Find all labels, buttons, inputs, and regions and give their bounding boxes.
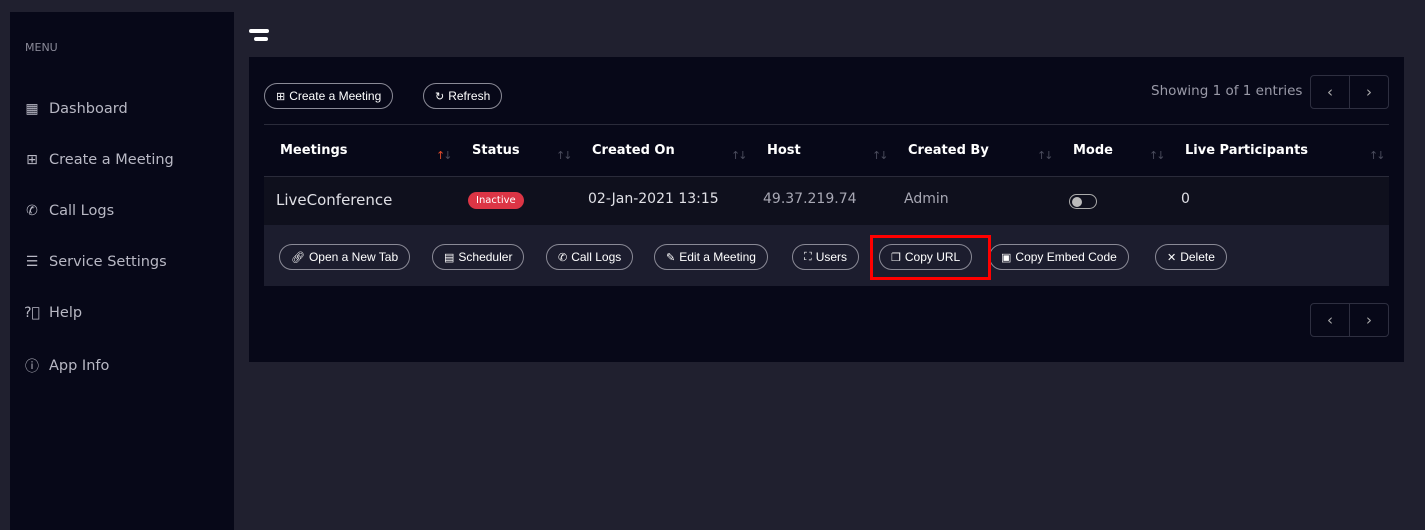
sidebar-item-label: Dashboard bbox=[49, 101, 128, 117]
header-meetings[interactable]: Meetings bbox=[280, 143, 348, 158]
menu-label: MENU bbox=[25, 41, 58, 54]
highlight-box bbox=[870, 235, 991, 280]
dashboard-icon: ▦ bbox=[25, 101, 39, 117]
button-label: Scheduler bbox=[458, 250, 513, 264]
refresh-button[interactable]: ↻ Refresh bbox=[423, 83, 503, 109]
phone-icon: ✆ bbox=[558, 251, 568, 264]
sidebar: MENU ▦ Dashboard ⊞ Create a Meeting ✆ Call … bbox=[10, 12, 234, 530]
sidebar-item-call-logs[interactable]: ✆ Call Logs bbox=[24, 203, 114, 219]
sidebar-item-label: App Info bbox=[49, 358, 110, 374]
next-page-button[interactable]: › bbox=[1350, 76, 1388, 108]
button-label: Copy Embed Code bbox=[1015, 250, 1117, 264]
sort-icon[interactable]: ↑↓ bbox=[556, 149, 573, 162]
live-participants: 0 bbox=[1181, 191, 1190, 207]
header-created-on[interactable]: Created On bbox=[592, 143, 675, 158]
created-on: 02-Jan-2021 13:15 bbox=[588, 191, 719, 207]
button-label: Create a Meeting bbox=[289, 89, 382, 103]
refresh-icon: ↻ bbox=[435, 90, 445, 103]
mode-toggle[interactable] bbox=[1069, 194, 1097, 209]
sidebar-item-label: Help bbox=[49, 305, 83, 321]
delete-button[interactable]: ✕ Delete bbox=[1155, 244, 1227, 270]
host: 49.37.219.74 bbox=[763, 191, 857, 207]
info-icon: ⓘ bbox=[25, 359, 39, 375]
pagination-bottom: ‹ › bbox=[1310, 303, 1389, 337]
folder-plus-icon: ⊞ bbox=[26, 152, 38, 168]
calendar-icon: ▤ bbox=[444, 251, 455, 264]
divider bbox=[264, 124, 1389, 125]
created-by: Admin bbox=[904, 191, 949, 207]
sort-icon[interactable]: ↑↓ bbox=[1149, 149, 1166, 162]
close-icon: ✕ bbox=[1167, 251, 1177, 264]
sidebar-item-help[interactable]: ?⃝ Help bbox=[24, 305, 82, 321]
button-label: Open a New Tab bbox=[308, 250, 399, 264]
user-scan-icon: ⛶ bbox=[804, 250, 812, 263]
button-label: Delete bbox=[1180, 250, 1215, 264]
header-live-participants[interactable]: Live Participants bbox=[1185, 143, 1308, 158]
edit-meeting-button[interactable]: ✎ Edit a Meeting bbox=[654, 244, 768, 270]
sliders-icon: ☰ bbox=[25, 254, 39, 270]
prev-page-button[interactable]: ‹ bbox=[1311, 76, 1350, 108]
users-button[interactable]: ⛶ Users bbox=[792, 244, 860, 270]
header-host[interactable]: Host bbox=[767, 143, 801, 158]
folder-plus-icon: ⊞ bbox=[276, 90, 286, 103]
link-icon: 🔗︎ bbox=[291, 251, 305, 264]
open-new-tab-button[interactable]: 🔗︎ Open a New Tab bbox=[279, 244, 411, 270]
pagination-top: ‹ › bbox=[1310, 75, 1389, 109]
meeting-name: LiveConference bbox=[276, 191, 393, 209]
sort-icon[interactable]: ↑↓ bbox=[1369, 149, 1386, 162]
button-label: Edit a Meeting bbox=[679, 250, 756, 264]
button-label: Users bbox=[815, 250, 848, 264]
edit-icon: ✎ bbox=[666, 251, 676, 264]
scheduler-button[interactable]: ▤ Scheduler bbox=[432, 244, 525, 270]
prev-page-button[interactable]: ‹ bbox=[1311, 304, 1350, 336]
sidebar-item-service-settings[interactable]: ☰ Service Settings bbox=[24, 254, 167, 270]
sort-icon[interactable]: ↑↓ bbox=[731, 149, 748, 162]
sidebar-item-app-info[interactable]: ⓘ App Info bbox=[24, 356, 109, 376]
next-page-button[interactable]: › bbox=[1350, 304, 1388, 336]
copy-embed-code-button[interactable]: ▣ Copy Embed Code bbox=[989, 244, 1129, 270]
hamburger-menu-icon[interactable] bbox=[249, 29, 269, 42]
phone-icon: ✆ bbox=[26, 203, 38, 219]
header-mode[interactable]: Mode bbox=[1073, 143, 1113, 158]
sidebar-item-label: Create a Meeting bbox=[49, 152, 174, 168]
meetings-panel: ⊞ Create a Meeting ↻ Refresh Showing 1 of … bbox=[249, 57, 1404, 362]
sidebar-item-label: Service Settings bbox=[49, 254, 167, 270]
status-badge: Inactive bbox=[468, 192, 524, 209]
sort-icon[interactable]: ↑↓ bbox=[1037, 149, 1054, 162]
header-status[interactable]: Status bbox=[472, 143, 520, 158]
help-circle-icon: ?⃝ bbox=[24, 305, 40, 321]
sidebar-item-label: Call Logs bbox=[49, 203, 115, 219]
embed-code-icon: ▣ bbox=[1001, 251, 1012, 264]
create-meeting-button[interactable]: ⊞ Create a Meeting bbox=[264, 83, 394, 109]
button-label: Call Logs bbox=[571, 250, 622, 264]
call-logs-button[interactable]: ✆ Call Logs bbox=[546, 244, 634, 270]
button-label: Refresh bbox=[448, 89, 491, 103]
sort-icon[interactable]: ↑↓ bbox=[436, 149, 453, 162]
header-created-by[interactable]: Created By bbox=[908, 143, 989, 158]
entries-info: Showing 1 of 1 entries bbox=[1151, 83, 1303, 99]
sort-icon[interactable]: ↑↓ bbox=[872, 149, 889, 162]
sidebar-item-dashboard[interactable]: ▦ Dashboard bbox=[24, 101, 128, 117]
sidebar-item-create-meeting[interactable]: ⊞ Create a Meeting bbox=[24, 152, 174, 168]
